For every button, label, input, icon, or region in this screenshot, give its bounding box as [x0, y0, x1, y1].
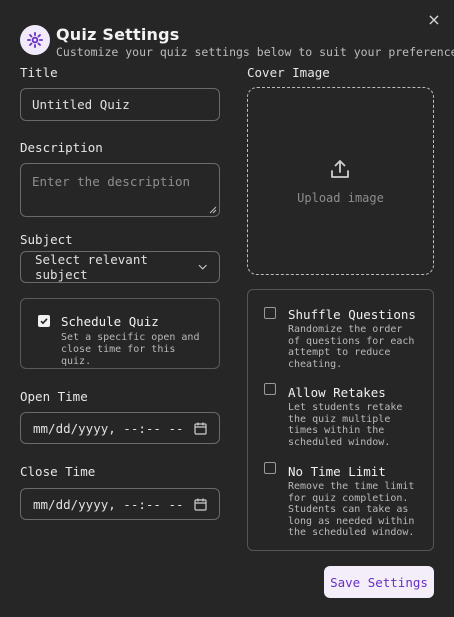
save-settings-button[interactable]: Save Settings — [324, 566, 434, 598]
settings-gear-icon — [20, 25, 50, 55]
open-time-value: mm/dd/yyyy, --:-- -- — [33, 420, 184, 436]
close-time-input[interactable]: mm/dd/yyyy, --:-- -- — [20, 488, 220, 520]
allow-retakes-description: Let students retake the quiz multiple ti… — [288, 402, 403, 448]
calendar-icon[interactable] — [194, 498, 207, 511]
dialog-title: Quiz Settings — [56, 25, 180, 44]
allow-retakes-label: Allow Retakes — [288, 385, 386, 400]
title-label: Title — [20, 65, 58, 80]
description-placeholder: Enter the description — [32, 174, 191, 189]
subject-label: Subject — [20, 232, 73, 247]
no-time-limit-checkbox[interactable] — [264, 462, 276, 474]
schedule-quiz-label: Schedule Quiz — [61, 314, 159, 329]
open-time-input[interactable]: mm/dd/yyyy, --:-- -- — [20, 412, 220, 444]
cover-image-dropzone[interactable]: Upload image — [247, 87, 434, 275]
no-time-limit-label: No Time Limit — [288, 464, 386, 479]
schedule-quiz-description: Set a specific open and close time for t… — [61, 332, 200, 367]
shuffle-questions-checkbox[interactable] — [264, 307, 276, 319]
no-time-limit-description: Remove the time limit for quiz completio… — [288, 481, 415, 539]
allow-retakes-checkbox[interactable] — [264, 383, 276, 395]
calendar-icon[interactable] — [194, 422, 207, 435]
dialog-subtitle: Customize your quiz settings below to su… — [56, 45, 454, 59]
shuffle-questions-label: Shuffle Questions — [288, 307, 416, 322]
checkmark-icon — [40, 318, 48, 325]
schedule-quiz-checkbox[interactable] — [38, 315, 50, 327]
subject-select-value: Select relevant subject — [35, 252, 148, 282]
schedule-quiz-card: Schedule Quiz Set a specific open and cl… — [20, 298, 220, 369]
close-icon[interactable]: × — [426, 12, 442, 28]
title-input[interactable]: Untitled Quiz — [20, 88, 220, 121]
quiz-options-card: Shuffle Questions Randomize the order of… — [247, 289, 434, 551]
quiz-settings-dialog: × Quiz Settings Customize your quiz sett… — [0, 0, 454, 617]
open-time-label: Open Time — [20, 389, 88, 404]
description-textarea[interactable]: Enter the description — [20, 163, 220, 217]
upload-image-text: Upload image — [297, 191, 384, 205]
chevron-down-icon — [198, 264, 207, 270]
close-time-label: Close Time — [20, 464, 96, 479]
resize-handle-icon[interactable] — [207, 204, 217, 214]
cover-image-label: Cover Image — [247, 65, 330, 80]
subject-select[interactable]: Select relevant subject — [20, 251, 220, 283]
upload-icon — [331, 160, 349, 178]
close-time-value: mm/dd/yyyy, --:-- -- — [33, 496, 184, 512]
shuffle-questions-description: Randomize the order of questions for eac… — [288, 324, 415, 370]
description-label: Description — [20, 140, 103, 155]
